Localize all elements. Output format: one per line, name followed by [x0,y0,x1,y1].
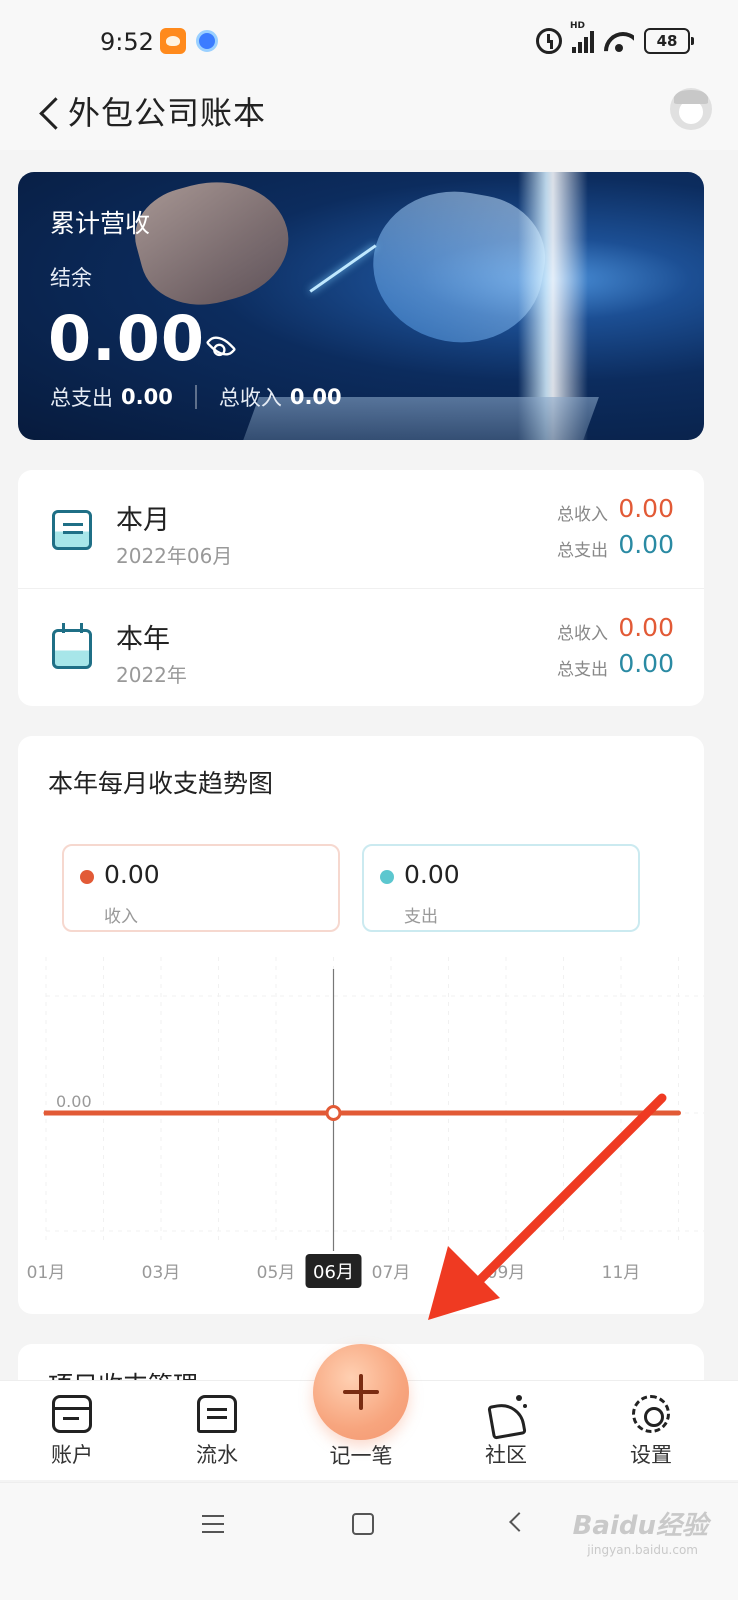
summary-name: 本年 [116,624,170,655]
summary-name: 本月 [116,505,170,536]
receipt-icon [52,510,92,550]
trend-chart-card: 本年每月收支趋势图 0.00 收入 0.00 支出 0.00 01月 03月 05月 0… [18,736,704,1314]
banner-divider [194,385,197,409]
banner-image-beam [309,244,377,293]
wallet-icon [52,1395,92,1433]
watermark-url: jingyan.baidu.com [587,1543,698,1557]
summary-expense-label: 总支出 [557,660,608,680]
tab-label: 流水 [196,1443,238,1467]
battery-icon: 48 [644,28,694,54]
legend-income[interactable]: 0.00 收入 [62,844,340,932]
status-time: 9:52 [100,28,154,56]
app-notification-icon [160,28,186,54]
tab-label: 账户 [51,1443,93,1467]
banner-image-hand [125,172,301,320]
summary-income-value: 0.00 [618,494,674,523]
income-dot-icon [80,870,94,884]
legend-expense[interactable]: 0.00 支出 [362,844,640,932]
summary-row-year[interactable]: 本年 2022年 总收入 0.00 总支出 0.00 [18,588,704,706]
summary-row-month[interactable]: 本月 2022年06月 总收入 0.00 总支出 0.00 [18,470,704,588]
total-expense-label: 总支出 [50,386,113,410]
legend-expense-label: 支出 [404,907,438,927]
home-icon[interactable] [352,1513,374,1535]
summary-income-label: 总收入 [557,624,608,644]
expense-dot-icon [380,870,394,884]
total-income-label: 总收入 [218,386,282,410]
summary-date: 2022年 [116,663,187,687]
summary-date: 2022年06月 [116,544,233,568]
status-bar: 9:52 HD 48 [0,0,738,80]
system-nav-bar: Baidu经验 jingyan.baidu.com [0,1482,738,1600]
total-expense-value: 0.00 [121,385,173,409]
banner-totals: 总支出 0.00 总收入 0.00 [50,382,342,412]
tick-label: 05月 [257,1263,296,1283]
legend-income-value: 0.00 [104,860,160,889]
tick-label: 11月 [602,1263,641,1283]
tick-label-selected: 06月 [313,1262,354,1283]
alarm-icon [536,28,562,54]
back-icon[interactable] [36,94,66,134]
tab-settings[interactable]: 设置 [601,1395,701,1469]
summary-income-label: 总收入 [557,505,608,525]
balance-label: 结余 [50,266,92,290]
trend-line-chart[interactable]: 0.00 01月 03月 05月 06月 07月 09月 11月 [18,951,704,1301]
revenue-banner: 累计营收 结余 0.00 总支出 0.00 总收入 0.00 [18,172,704,440]
selected-data-point [325,1105,342,1121]
tab-label: 社区 [485,1443,527,1467]
total-income-value: 0.00 [289,385,342,409]
wifi-icon [604,30,634,52]
party-icon [486,1395,526,1433]
tick-label: 07月 [372,1263,411,1283]
ticket-icon [197,1395,237,1433]
add-record-label[interactable]: 记一笔 [313,1440,409,1470]
gear-icon [632,1395,670,1433]
avatar[interactable] [670,88,712,130]
add-record-button[interactable] [313,1344,409,1440]
tab-community[interactable]: 社区 [456,1395,556,1469]
tick-label: 03月 [142,1263,181,1283]
summary-expense-value: 0.00 [618,649,674,678]
hd-badge: HD [570,21,586,31]
balance-amount: 0.00 [48,302,205,375]
status-icons: HD 48 [536,21,694,56]
chart-title: 本年每月收支趋势图 [48,769,274,798]
tab-label: 设置 [630,1443,672,1467]
tick-label: 01月 [27,1263,66,1283]
watermark-logo: Baidu经验 [572,1511,708,1541]
tick-label: 09月 [487,1263,526,1283]
banner-title: 累计营收 [50,209,151,238]
legend-expense-value: 0.00 [404,860,460,889]
legend-income-label: 收入 [104,907,138,927]
menu-icon[interactable] [202,1515,224,1533]
eye-icon[interactable] [205,330,237,362]
page-title: 外包公司账本 [68,94,267,132]
battery-level: 48 [656,32,678,50]
tab-flow[interactable]: 流水 [167,1395,267,1469]
app-header: 外包公司账本 [0,80,738,150]
calendar-icon [52,623,92,669]
summary-card: 本月 2022年06月 总收入 0.00 总支出 0.00 本年 2022年 总… [18,470,704,706]
summary-income-value: 0.00 [618,613,674,642]
summary-expense-label: 总支出 [557,541,608,561]
tab-account[interactable]: 账户 [22,1395,122,1469]
value-label: 0.00 [56,1092,92,1111]
media-notification-icon [196,30,218,52]
nav-back-icon[interactable] [509,1512,529,1532]
signal-icon: HD [570,21,594,53]
summary-expense-value: 0.00 [618,530,674,559]
